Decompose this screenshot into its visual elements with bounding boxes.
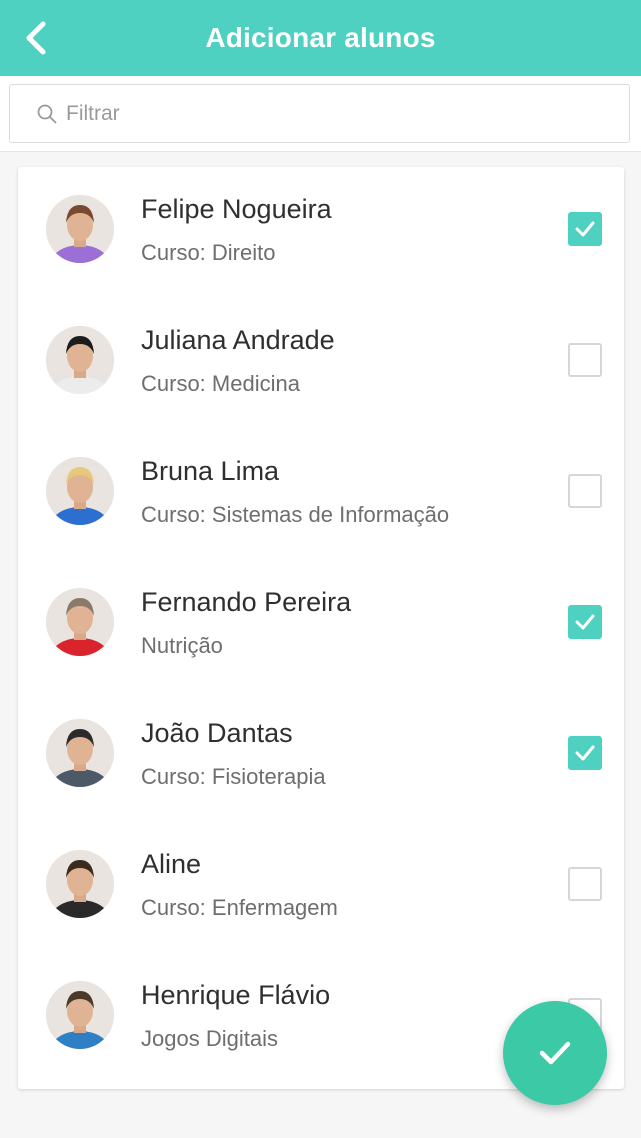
list-item[interactable]: Fernando Pereira Nutrição [18, 560, 624, 691]
avatar [46, 588, 114, 656]
back-button[interactable] [18, 18, 54, 58]
search-box[interactable] [9, 84, 630, 143]
select-checkbox[interactable] [568, 736, 602, 770]
checkmark-icon [575, 614, 595, 630]
avatar [46, 850, 114, 918]
student-name: Fernando Pereira [141, 587, 352, 617]
avatar [46, 719, 114, 787]
checkmark-icon [575, 221, 595, 237]
confirm-button[interactable] [503, 1001, 607, 1105]
screen: Adicionar alunos Felipe Nogueira Curso: D… [0, 0, 641, 1138]
list-item[interactable]: Bruna Lima Curso: Sistemas de Informação [18, 429, 624, 560]
select-checkbox[interactable] [568, 343, 602, 377]
student-name: Juliana Andrade [141, 325, 335, 355]
list-item[interactable]: João Dantas Curso: Fisioterapia [18, 691, 624, 822]
student-course: Curso: Fisioterapia [141, 764, 326, 789]
chevron-left-icon [26, 21, 46, 55]
list-item[interactable]: Felipe Nogueira Curso: Direito [18, 167, 624, 298]
select-checkbox[interactable] [568, 212, 602, 246]
student-name: Bruna Lima [141, 456, 280, 486]
check-icon [539, 1041, 571, 1065]
student-course: Curso: Sistemas de Informação [141, 502, 450, 527]
list-item[interactable]: Aline Curso: Enfermagem [18, 822, 624, 953]
student-course: Curso: Enfermagem [141, 895, 338, 920]
student-list: Felipe Nogueira Curso: Direito Juliana And… [18, 167, 624, 1089]
avatar [46, 326, 114, 394]
search-input[interactable] [66, 93, 629, 134]
avatar [46, 457, 114, 525]
student-name: Aline [141, 849, 202, 879]
student-course: Jogos Digitais [141, 1026, 278, 1051]
student-name: Henrique Flávio [141, 980, 331, 1010]
student-name: João Dantas [141, 718, 293, 748]
app-header: Adicionar alunos [0, 0, 641, 76]
search-bar [0, 76, 641, 152]
student-course: Nutrição [141, 633, 223, 658]
search-icon [37, 104, 57, 123]
student-course: Curso: Medicina [141, 371, 300, 396]
select-checkbox[interactable] [568, 605, 602, 639]
student-name: Felipe Nogueira [141, 194, 332, 224]
checkmark-icon [575, 745, 595, 761]
select-checkbox[interactable] [568, 867, 602, 901]
student-course: Curso: Direito [141, 240, 276, 265]
page-title: Adicionar alunos [205, 22, 436, 53]
avatar [46, 981, 114, 1049]
select-checkbox[interactable] [568, 474, 602, 508]
avatar [46, 195, 114, 263]
list-item[interactable]: Juliana Andrade Curso: Medicina [18, 298, 624, 429]
